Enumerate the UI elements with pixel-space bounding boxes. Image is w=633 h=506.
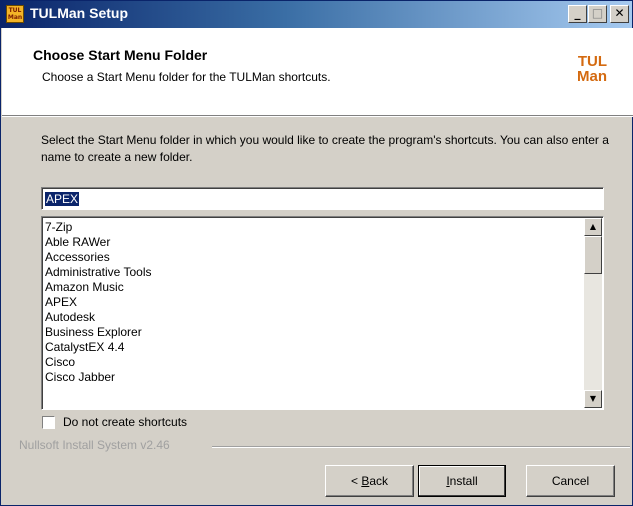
- minimize-button[interactable]: _: [568, 5, 587, 23]
- wizard-header: Choose Start Menu Folder Choose a Start …: [2, 28, 633, 115]
- no-shortcuts-label[interactable]: Do not create shortcuts: [63, 415, 187, 429]
- footer-divider: [212, 446, 630, 448]
- list-item[interactable]: APEX: [45, 295, 580, 310]
- install-rest: nstall: [449, 474, 478, 488]
- folder-list-items: 7-Zip Able RAWer Accessories Administrative…: [45, 220, 580, 385]
- list-item[interactable]: Amazon Music: [45, 280, 580, 295]
- list-item[interactable]: Autodesk: [45, 310, 580, 325]
- instructions-text: Select the Start Menu folder in which yo…: [41, 133, 609, 164]
- nsis-branding-text: Nullsoft Install System v2.46: [19, 438, 170, 452]
- window-title: TULMan Setup: [30, 5, 128, 21]
- logo-line-2: Man: [577, 68, 607, 85]
- back-button[interactable]: < Back: [325, 465, 414, 497]
- start-menu-folder-input[interactable]: APEX: [41, 187, 604, 210]
- back-rest: ack: [369, 474, 389, 488]
- scroll-down-icon[interactable]: ▼: [584, 390, 602, 408]
- tulman-logo: TUL Man: [577, 54, 607, 84]
- list-item[interactable]: CatalystEX 4.4: [45, 340, 580, 355]
- list-item[interactable]: Cisco Jabber: [45, 370, 580, 385]
- no-shortcuts-checkbox[interactable]: [42, 416, 55, 429]
- vertical-scrollbar[interactable]: ▲ ▼: [584, 218, 602, 408]
- list-item[interactable]: Able RAWer: [45, 235, 580, 250]
- scroll-up-icon[interactable]: ▲: [584, 218, 602, 236]
- page-subtitle: Choose a Start Menu folder for the TULMa…: [42, 70, 331, 84]
- list-item[interactable]: 7-Zip: [45, 220, 580, 235]
- install-button[interactable]: Install: [418, 465, 506, 497]
- folder-input-selected-text: APEX: [45, 192, 80, 206]
- title-bar[interactable]: TUL Man TULMan Setup _ □ ✕: [1, 1, 632, 28]
- back-prefix: <: [350, 474, 362, 488]
- header-divider: [2, 115, 633, 117]
- app-icon[interactable]: TUL Man: [6, 5, 24, 23]
- page-title: Choose Start Menu Folder: [33, 47, 208, 63]
- close-button[interactable]: ✕: [610, 5, 629, 23]
- start-menu-folder-list[interactable]: 7-Zip Able RAWer Accessories Administrative…: [41, 216, 604, 410]
- list-item[interactable]: Accessories: [45, 250, 580, 265]
- cancel-button[interactable]: Cancel: [526, 465, 615, 497]
- list-item[interactable]: Business Explorer: [45, 325, 580, 340]
- list-item[interactable]: Administrative Tools: [45, 265, 580, 280]
- logo-line-1: TUL: [577, 53, 607, 70]
- maximize-button[interactable]: □: [588, 5, 607, 23]
- scroll-thumb[interactable]: [584, 236, 602, 274]
- list-item[interactable]: Cisco: [45, 355, 580, 370]
- setup-window: TUL Man TULMan Setup _ □ ✕ Choose Start …: [0, 0, 633, 506]
